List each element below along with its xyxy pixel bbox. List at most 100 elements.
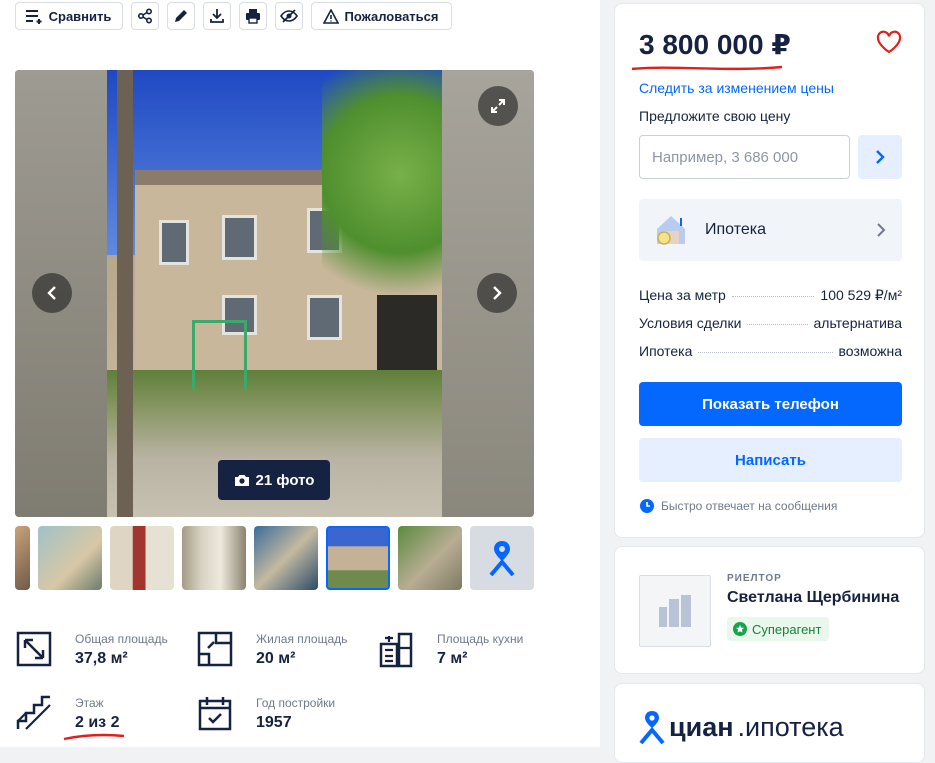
star-icon — [733, 622, 747, 636]
thumbnail[interactable] — [110, 526, 174, 590]
living-area-icon — [197, 631, 233, 667]
photo-swing — [192, 320, 247, 390]
photo-count-button[interactable]: 21 фото — [218, 460, 330, 500]
follow-price-link[interactable]: Следить за изменением цены — [639, 80, 834, 96]
hide-icon — [280, 9, 298, 23]
prev-photo-button[interactable] — [32, 273, 72, 313]
offer-label: Предложите свою цену — [639, 108, 791, 124]
mortgage-label: Ипотека — [705, 221, 767, 238]
expand-icon — [491, 99, 505, 113]
response-note: Быстро отвечает на сообщения — [639, 498, 837, 514]
print-button[interactable] — [239, 2, 267, 30]
fact-key: Ипотека — [639, 343, 693, 359]
camera-icon — [234, 475, 249, 486]
spec-total-area: Общая площадь 37,8 м² — [15, 630, 168, 668]
chevron-left-icon — [47, 286, 56, 300]
area-icon — [16, 631, 52, 667]
price-card: 3 800 000 ₽ Следить за изменением цены П… — [614, 3, 925, 538]
spec-build-year: Год постройки 1957 — [196, 694, 335, 732]
fullscreen-button[interactable] — [478, 86, 518, 126]
spec-value: 20 м² — [256, 650, 296, 667]
compare-label: Сравнить — [48, 8, 112, 24]
photo-window — [222, 215, 257, 260]
edit-icon — [175, 10, 187, 22]
listing-main: Сравнить Пожаловаться 21 фото Общая площ… — [0, 0, 600, 747]
fact-row: Ипотека возможна — [639, 343, 902, 371]
share-button[interactable] — [131, 2, 159, 30]
deal-facts: Цена за метр 100 529 ₽/м² Условия сделки а… — [639, 287, 902, 371]
fact-value: возможна — [838, 343, 902, 359]
main-photo[interactable] — [107, 70, 442, 517]
agent-role: РИЕЛТОР — [727, 573, 782, 584]
spec-value: 37,8 м² — [75, 650, 128, 667]
response-note-text: Быстро отвечает на сообщения — [661, 499, 838, 513]
avatar[interactable] — [639, 575, 711, 647]
thumbnail-strip — [15, 526, 534, 590]
thumbnail[interactable] — [15, 526, 30, 590]
mortgage-button[interactable]: Ипотека — [639, 199, 902, 261]
fact-key: Цена за метр — [639, 287, 726, 303]
spec-living-area: Жилая площадь 20 м² — [196, 630, 347, 668]
toolbar: Сравнить Пожаловаться — [15, 2, 452, 30]
download-button[interactable] — [203, 2, 231, 30]
warning-icon — [322, 8, 339, 24]
photo-tree — [322, 70, 442, 330]
photo-count-label: 21 фото — [255, 471, 315, 489]
calendar-icon — [198, 697, 232, 731]
heart-icon[interactable] — [876, 30, 902, 54]
thumbnail[interactable] — [38, 526, 102, 590]
thumbnail-active[interactable] — [326, 526, 390, 590]
spec-label: Жилая площадь — [256, 632, 348, 646]
kitchen-icon — [379, 632, 413, 668]
handwritten-underline — [631, 65, 783, 71]
brand-name: циан — [669, 711, 734, 742]
print-icon — [246, 9, 260, 24]
status-badge: Суперагент — [727, 617, 830, 641]
stairs-icon — [16, 695, 51, 730]
spec-value: 1957 — [256, 714, 292, 731]
compare-icon — [25, 10, 42, 24]
fact-key: Условия сделки — [639, 315, 742, 331]
fact-value: альтернатива — [813, 315, 903, 331]
photo-gallery[interactable]: 21 фото — [15, 70, 534, 517]
complain-label: Пожаловаться — [344, 8, 439, 24]
spec-value: 2 из 2 — [75, 714, 120, 731]
spec-value: 7 м² — [437, 650, 468, 667]
agent-name[interactable]: Светлана Щербинина — [727, 589, 899, 607]
offer-price-input[interactable]: Например, 3 686 000 — [639, 135, 850, 179]
chevron-right-icon — [493, 286, 502, 300]
spec-label: Площадь кухни — [437, 632, 524, 646]
cian-logo: циан .ипотека — [639, 710, 844, 744]
share-icon — [137, 8, 153, 24]
mortgage-promo-card[interactable]: циан .ипотека — [614, 683, 925, 763]
spec-label: Общая площадь — [75, 632, 168, 646]
offer-submit-button[interactable] — [858, 135, 902, 179]
fact-row: Цена за метр 100 529 ₽/м² — [639, 287, 902, 315]
thumbnail[interactable] — [254, 526, 318, 590]
show-phone-button[interactable]: Показать телефон — [639, 382, 902, 426]
write-message-button[interactable]: Написать — [639, 438, 902, 482]
cian-logo-icon — [639, 711, 665, 744]
hide-button[interactable] — [275, 2, 303, 30]
spec-floor: Этаж 2 из 2 — [15, 694, 125, 742]
thumbnail[interactable] — [398, 526, 462, 590]
price: 3 800 000 ₽ — [639, 29, 791, 60]
spec-label: Этаж — [75, 696, 104, 710]
clock-icon — [640, 499, 654, 513]
thumbnail[interactable] — [182, 526, 246, 590]
building-icon — [659, 595, 691, 627]
download-icon — [210, 9, 224, 23]
next-photo-button[interactable] — [477, 273, 517, 313]
spec-kitchen-area: Площадь кухни 7 м² — [377, 630, 523, 668]
edit-button[interactable] — [167, 2, 195, 30]
compare-button[interactable]: Сравнить — [15, 2, 123, 30]
brand-suffix: .ипотека — [737, 711, 844, 742]
map-pin-icon — [489, 541, 515, 576]
map-thumbnail[interactable] — [470, 526, 534, 590]
complain-button[interactable]: Пожаловаться — [311, 2, 452, 30]
photo-pole — [117, 70, 133, 517]
handwritten-underline — [63, 733, 125, 741]
fact-row: Условия сделки альтернатива — [639, 315, 902, 343]
chevron-right-icon — [876, 150, 885, 164]
spec-label: Год постройки — [256, 696, 336, 710]
